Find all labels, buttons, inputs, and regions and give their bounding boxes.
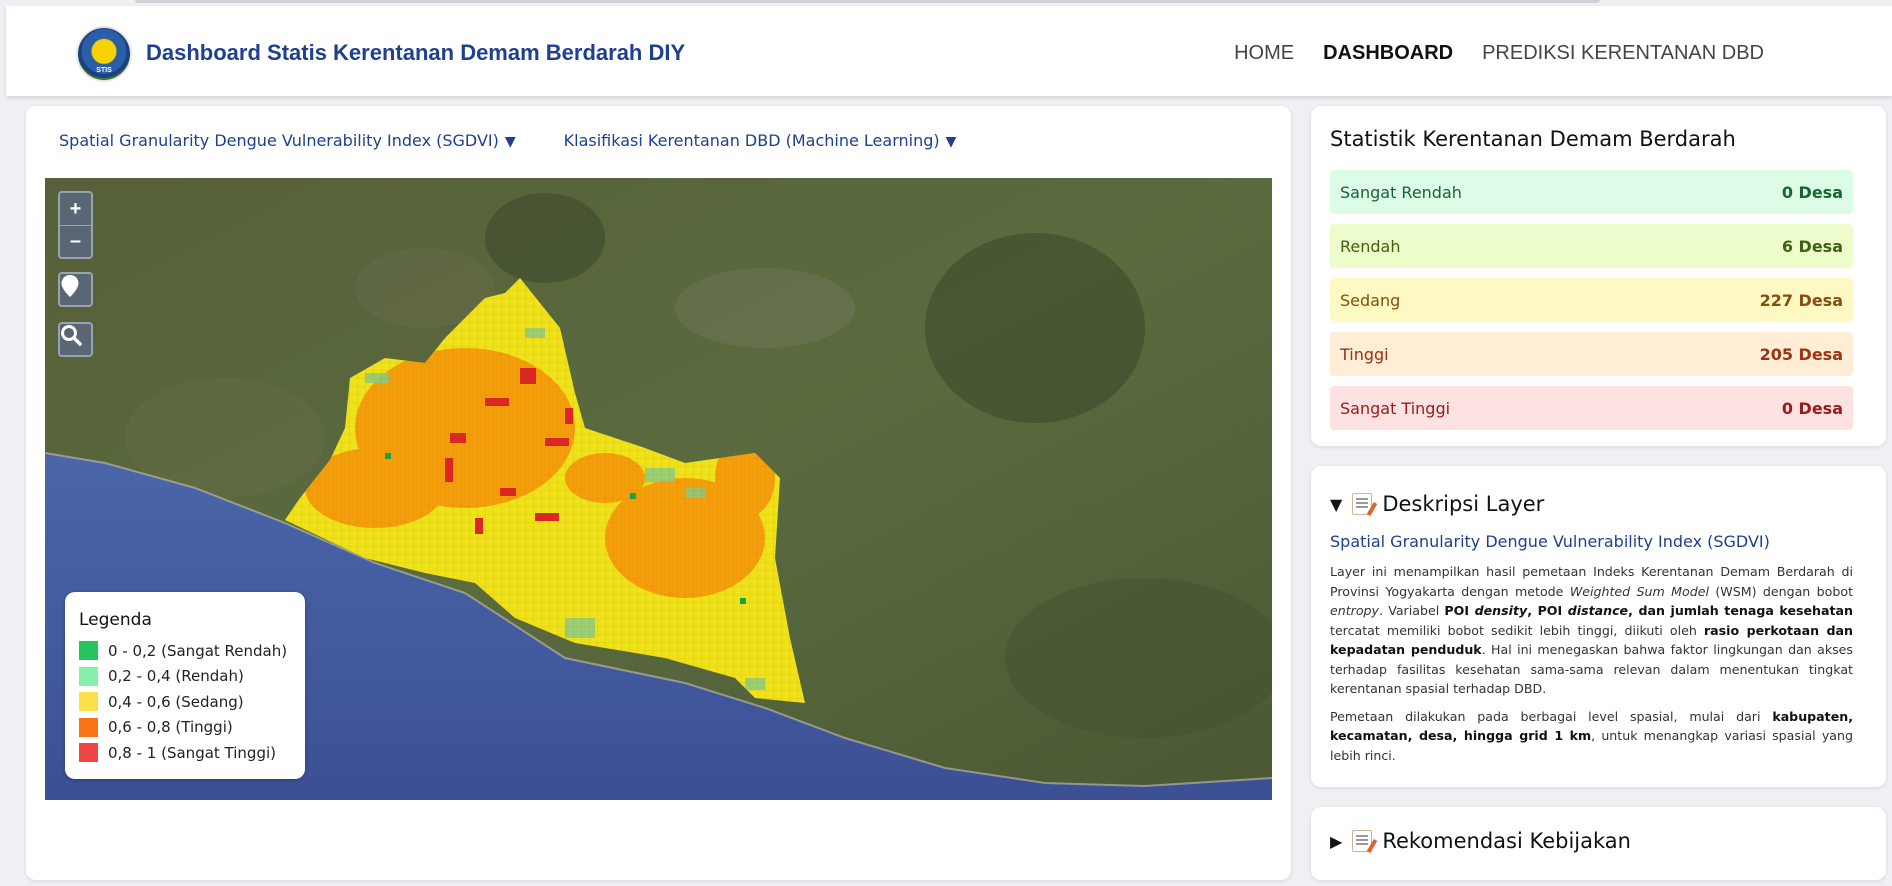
logo-text: STIS xyxy=(96,67,112,74)
text-run: Weighted Sum Model xyxy=(1569,583,1709,599)
legend-label: 0,4 - 0,6 (Sedang) xyxy=(108,692,244,711)
layer-select-ml-label: Klasifikasi Kerentanan DBD (Machine Lear… xyxy=(563,131,940,150)
stat-row-sedang: Sedang 227 Desa xyxy=(1330,278,1853,322)
stats-title: Statistik Kerentanan Demam Berdarah xyxy=(1330,127,1736,151)
layer-description-title: Deskripsi Layer xyxy=(1382,492,1545,516)
top-strip xyxy=(135,0,1600,3)
stat-label: Rendah xyxy=(1340,236,1401,256)
stat-label: Sangat Tinggi xyxy=(1340,398,1451,418)
map-legend: Legenda 0 - 0,2 (Sangat Rendah) 0,2 - 0,… xyxy=(65,592,305,779)
map-view[interactable]: + – Legenda 0 - 0,2 (Sangat Rendah) 0,2 … xyxy=(45,178,1272,800)
legend-label: 0,2 - 0,4 (Rendah) xyxy=(108,667,244,686)
map-marker-icon xyxy=(61,275,79,297)
app-title[interactable]: Dashboard Statis Kerentanan Demam Berdar… xyxy=(146,40,685,66)
stat-label: Tinggi xyxy=(1340,344,1389,364)
text-run: (WSM) dengan bobot xyxy=(1708,583,1854,599)
text-run: POI xyxy=(1444,603,1475,618)
zoom-out-button[interactable]: – xyxy=(60,225,91,257)
policy-recommendation-card: ▶ Rekomendasi Kebijakan xyxy=(1311,807,1886,880)
text-run: . Variabel xyxy=(1379,603,1445,618)
navbar: STIS Dashboard Statis Kerentanan Demam B… xyxy=(6,6,1892,96)
description-paragraph: Pemetaan dilakukan pada berbagai level s… xyxy=(1330,707,1853,766)
legend-item: 0 - 0,2 (Sangat Rendah) xyxy=(79,638,291,664)
description-paragraph: Layer ini menampilkan hasil pemetaan Ind… xyxy=(1330,562,1853,699)
legend-label: 0 - 0,2 (Sangat Rendah) xyxy=(108,641,288,660)
legend-label: 0,8 - 1 (Sangat Tinggi) xyxy=(108,743,276,762)
policy-recommendation-title: Rekomendasi Kebijakan xyxy=(1382,829,1631,853)
layer-description-card: ▼ Deskripsi Layer Spatial Granularity De… xyxy=(1311,466,1886,787)
stat-row-sangat-rendah: Sangat Rendah 0 Desa xyxy=(1330,170,1853,214)
main-nav: HOME DASHBOARD PREDIKSI KERENTANAN DBD xyxy=(1234,42,1764,65)
text-run: tercatat memiliki bobot sedikit lebih ti… xyxy=(1330,622,1704,638)
layer-select-ml[interactable]: Klasifikasi Kerentanan DBD (Machine Lear… xyxy=(564,131,957,150)
legend-swatch xyxy=(79,717,98,737)
text-run: Pemetaan dilakukan pada berbagai level s… xyxy=(1330,708,1773,724)
stat-row-sangat-tinggi: Sangat Tinggi 0 Desa xyxy=(1330,386,1853,430)
nav-home[interactable]: HOME xyxy=(1234,42,1294,65)
legend-swatch xyxy=(79,692,98,712)
legend-label: 0,6 - 0,8 (Tinggi) xyxy=(108,718,233,737)
map-search-button[interactable] xyxy=(58,322,93,357)
stat-value: 6 Desa xyxy=(1781,236,1843,256)
legend-swatch xyxy=(79,641,98,661)
layer-description-body: Layer ini menampilkan hasil pemetaan Ind… xyxy=(1330,562,1853,765)
layer-select-sgdvi[interactable]: Spatial Granularity Dengue Vulnerability… xyxy=(59,131,516,150)
stat-label: Sedang xyxy=(1340,290,1401,310)
legend-swatch xyxy=(79,666,98,686)
caret-right-icon: ▶ xyxy=(1330,831,1343,851)
text-run: , POI xyxy=(1527,603,1568,618)
zoom-control: + – xyxy=(58,191,93,259)
stat-row-tinggi: Tinggi 205 Desa xyxy=(1330,332,1853,376)
stat-value: 227 Desa xyxy=(1759,290,1843,310)
memo-icon xyxy=(1352,493,1373,515)
caret-down-icon: ▼ xyxy=(504,134,516,150)
legend-item: 0,8 - 1 (Sangat Tinggi) xyxy=(79,740,291,766)
policy-recommendation-toggle[interactable]: ▶ Rekomendasi Kebijakan xyxy=(1330,829,1631,853)
legend-item: 0,6 - 0,8 (Tinggi) xyxy=(79,715,291,741)
search-icon xyxy=(61,325,82,346)
legend-swatch xyxy=(79,743,98,763)
nav-dashboard[interactable]: DASHBOARD xyxy=(1323,42,1453,65)
stats-card: Statistik Kerentanan Demam Berdarah Sang… xyxy=(1311,106,1886,446)
text-run: density xyxy=(1474,603,1528,618)
stis-logo[interactable]: STIS xyxy=(76,26,132,82)
text-run: entropy xyxy=(1330,603,1379,618)
stat-row-rendah: Rendah 6 Desa xyxy=(1330,224,1853,268)
caret-down-icon: ▼ xyxy=(945,134,957,150)
layer-description-subtitle: Spatial Granularity Dengue Vulnerability… xyxy=(1330,532,1770,551)
legend-item: 0,4 - 0,6 (Sedang) xyxy=(79,689,291,715)
zoom-in-button[interactable]: + xyxy=(60,193,91,225)
stat-value: 205 Desa xyxy=(1759,344,1843,364)
stat-label: Sangat Rendah xyxy=(1340,182,1462,202)
legend-title: Legenda xyxy=(79,610,152,630)
text-run: distance xyxy=(1567,603,1629,618)
text-run: , dan jumlah tenaga kesehatan xyxy=(1628,603,1853,618)
layer-selectors: Spatial Granularity Dengue Vulnerability… xyxy=(59,131,956,150)
locate-button[interactable] xyxy=(58,272,93,307)
stat-value: 0 Desa xyxy=(1781,182,1843,202)
memo-icon xyxy=(1352,830,1373,852)
legend-item: 0,2 - 0,4 (Rendah) xyxy=(79,664,291,690)
layer-description-toggle[interactable]: ▼ Deskripsi Layer xyxy=(1330,492,1544,516)
layer-select-sgdvi-label: Spatial Granularity Dengue Vulnerability… xyxy=(59,131,499,150)
stat-value: 0 Desa xyxy=(1781,398,1843,418)
nav-prediksi[interactable]: PREDIKSI KERENTANAN DBD xyxy=(1482,42,1764,65)
caret-down-icon: ▼ xyxy=(1330,494,1343,514)
